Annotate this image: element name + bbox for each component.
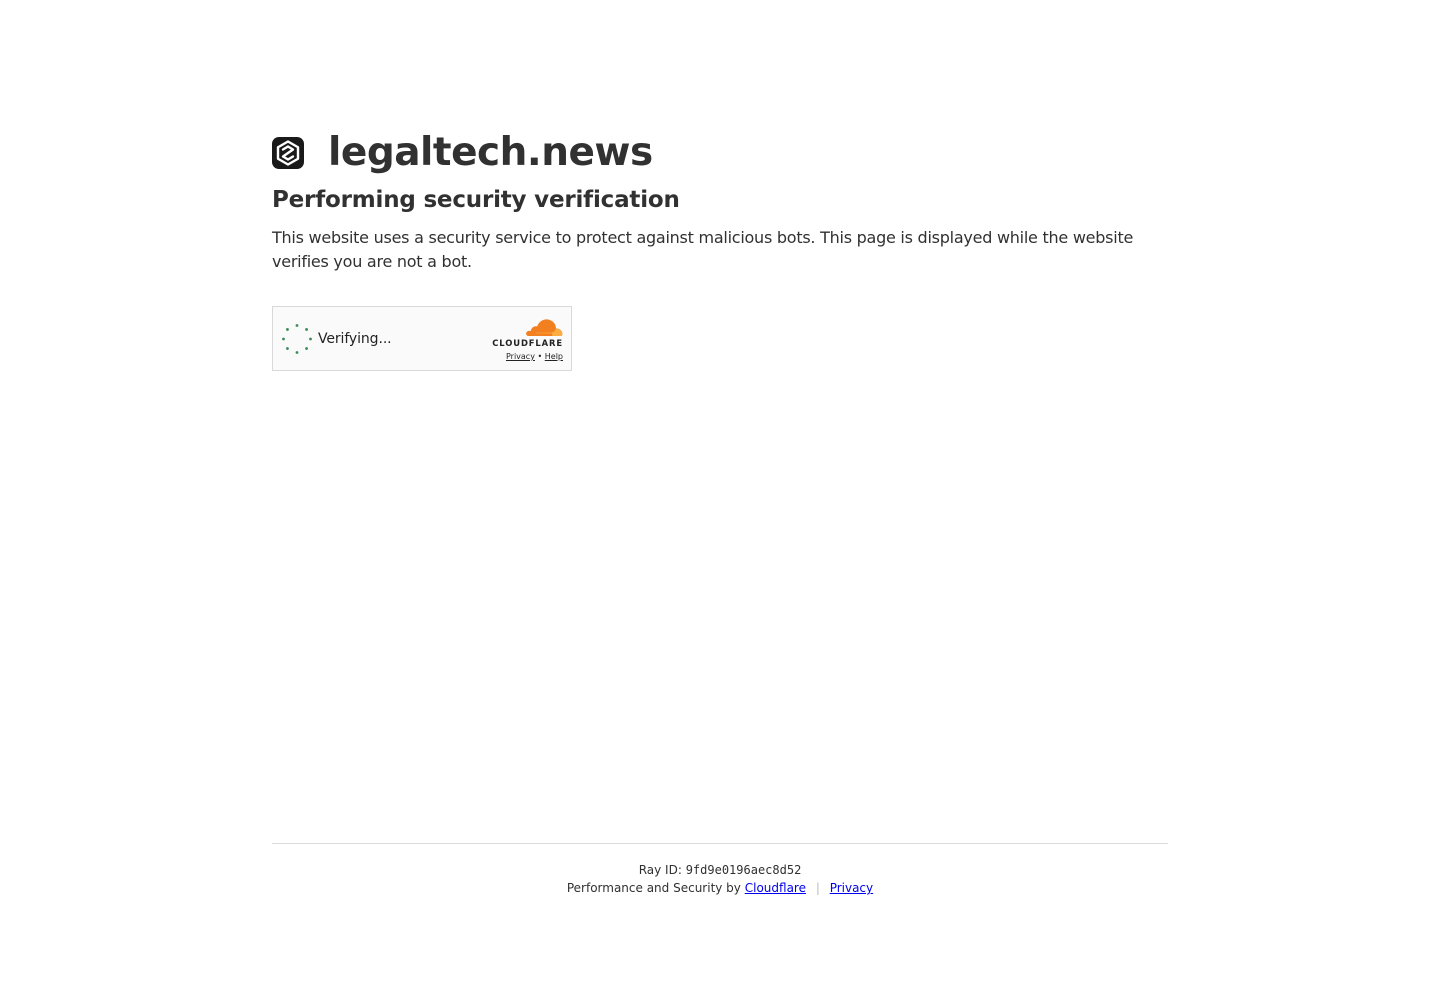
verification-widget[interactable]: Verifying... CLOUDFLARE Privacy • Help <box>272 306 572 371</box>
verifying-status-text: Verifying... <box>318 331 392 347</box>
widget-links: Privacy • Help <box>483 351 563 363</box>
cloudflare-link[interactable]: Cloudflare <box>745 881 806 895</box>
spinner-dot <box>295 351 299 354</box>
spinner-dot <box>286 328 289 331</box>
site-name: legaltech.news <box>328 130 653 175</box>
ray-id-label: Ray ID: <box>638 863 682 877</box>
widget-link-separator: • <box>537 352 543 361</box>
ray-id-row: Ray ID: 9fd9e0196aec8d52 <box>272 861 1168 879</box>
spinner-dot <box>305 328 308 331</box>
spinner-dot <box>295 324 299 327</box>
spinner-dot <box>282 337 285 341</box>
page-title: Performing security verification <box>272 187 680 213</box>
spinner-dot <box>309 337 312 341</box>
site-header: legaltech.news <box>272 128 1168 178</box>
footer-privacy-link[interactable]: Privacy <box>830 881 873 895</box>
site-shield-icon <box>272 137 304 169</box>
cloudflare-cloud-icon <box>526 319 563 336</box>
cloudflare-branding: CLOUDFLARE Privacy • Help <box>483 317 563 363</box>
page-footer: Ray ID: 9fd9e0196aec8d52 Performance and… <box>272 843 1168 897</box>
spinner-dot <box>305 347 308 350</box>
ray-id-value: 9fd9e0196aec8d52 <box>685 863 802 877</box>
cloudflare-wordmark: CLOUDFLARE <box>492 338 563 348</box>
widget-privacy-link[interactable]: Privacy <box>506 352 535 361</box>
performance-row: Performance and Security by Cloudflare |… <box>272 879 1168 897</box>
loading-spinner-icon <box>282 324 312 354</box>
main-content: legaltech.news Performing security verif… <box>272 128 1168 371</box>
page-description: This website uses a security service to … <box>272 228 1134 271</box>
performance-text: Performance and Security by <box>566 881 741 895</box>
spinner-dot <box>286 347 289 350</box>
widget-help-link[interactable]: Help <box>545 352 563 361</box>
footer-separator: | <box>815 881 820 895</box>
